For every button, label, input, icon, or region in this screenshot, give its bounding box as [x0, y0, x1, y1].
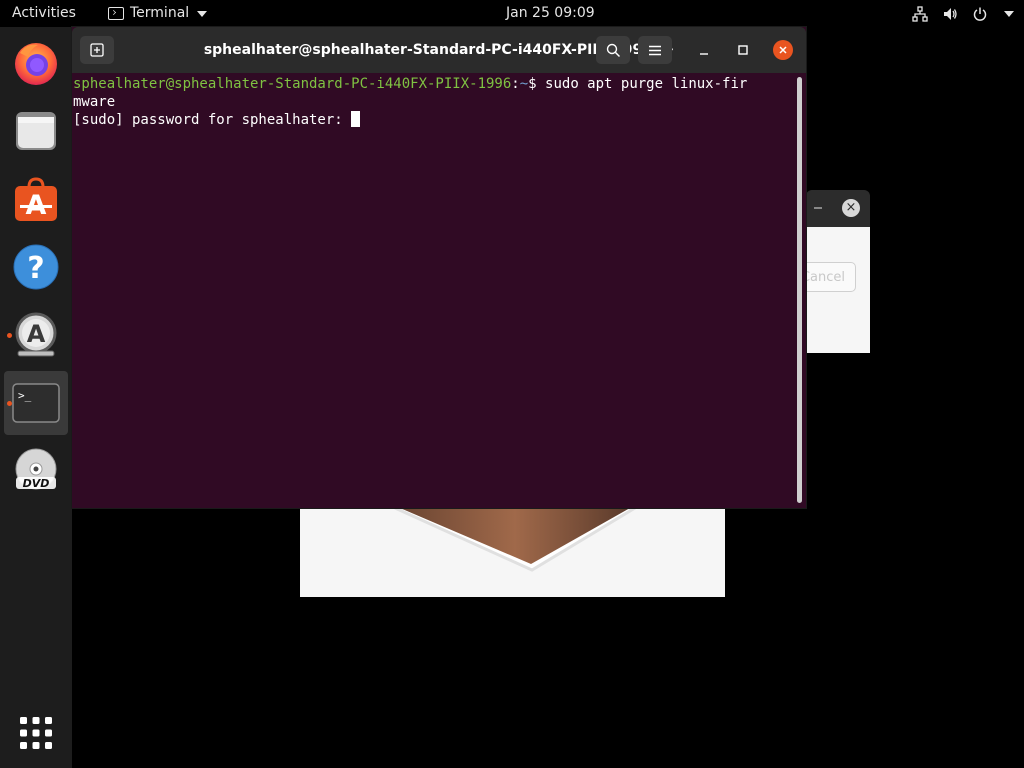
prompt-symbol: $	[528, 76, 546, 92]
updater-icon: A	[15, 312, 57, 357]
scrollbar[interactable]	[797, 77, 802, 503]
network-icon	[912, 5, 928, 22]
minimize-icon	[700, 53, 708, 55]
password-prompt: [sudo] password for sphealhater:	[73, 112, 352, 128]
dock-software-updater[interactable]: A	[4, 303, 68, 367]
command-text: sudo apt purge linux-fir	[545, 76, 748, 92]
dock-terminal[interactable]: >_	[4, 371, 68, 435]
hamburger-icon	[649, 45, 661, 55]
command-line: sphealhater@sphealhater-Standard-PC-i440…	[73, 75, 793, 93]
activities-button[interactable]: Activities	[12, 0, 76, 27]
search-button[interactable]	[596, 36, 630, 64]
dock: A ? A >_ DVD	[0, 27, 72, 768]
prompt-user: sphealhater@sphealhater-Standard-PC-i440…	[73, 76, 512, 92]
svg-text:?: ?	[27, 251, 44, 286]
maximize-icon	[738, 45, 748, 55]
app-grid-icon	[20, 717, 52, 749]
top-bar: Activities Terminal Jan 25 09:09	[0, 0, 1024, 27]
system-tray[interactable]	[912, 0, 1014, 27]
minimize-button[interactable]	[695, 41, 713, 59]
volume-icon	[944, 7, 957, 20]
menu-button[interactable]	[638, 36, 672, 64]
chevron-down-icon	[197, 10, 208, 17]
partial-photo	[394, 508, 638, 572]
chevron-down-icon	[1004, 10, 1014, 17]
prompt-separator: :	[511, 76, 520, 92]
firefox-icon	[15, 43, 57, 85]
terminal-header-bar[interactable]: sphealhater@sphealhater-Standard-PC-i440…	[72, 27, 806, 73]
running-indicator	[7, 401, 12, 406]
close-button[interactable]	[773, 40, 793, 60]
close-icon	[779, 46, 787, 54]
terminal-icon	[108, 7, 124, 20]
power-icon	[973, 7, 987, 21]
files-icon	[16, 112, 56, 150]
command-wrap-line: mware	[73, 94, 116, 110]
dock-files[interactable]	[4, 99, 68, 163]
svg-text:A: A	[27, 320, 46, 348]
dialog-body: Cancel	[794, 227, 870, 353]
svg-text:DVD: DVD	[23, 477, 50, 490]
show-applications-button[interactable]	[4, 701, 68, 765]
dialog-header: ×	[806, 190, 870, 227]
password-prompt-line: [sudo] password for sphealhater:	[73, 111, 793, 129]
background-image-window	[300, 508, 725, 597]
maximize-button[interactable]	[734, 41, 752, 59]
terminal-icon: >_	[12, 383, 60, 423]
search-icon	[606, 43, 620, 57]
dock-firefox[interactable]	[4, 31, 68, 95]
terminal-window[interactable]: sphealhater@sphealhater-Standard-PC-i440…	[72, 27, 806, 508]
close-icon[interactable]: ×	[842, 199, 860, 217]
minimize-icon[interactable]	[814, 207, 822, 209]
app-menu-label: Terminal	[130, 5, 190, 21]
text-cursor	[351, 111, 361, 127]
dock-ubuntu-software[interactable]: A	[4, 167, 68, 231]
dock-dvd[interactable]: DVD	[4, 439, 68, 503]
background-dialog[interactable]: × Cancel	[794, 190, 870, 353]
dock-help[interactable]: ?	[4, 235, 68, 299]
dvd-icon: DVD	[15, 448, 57, 490]
prompt-path: ~	[519, 76, 529, 92]
svg-text:>_: >_	[18, 389, 32, 402]
terminal-output[interactable]: sphealhater@sphealhater-Standard-PC-i440…	[73, 75, 793, 505]
clock[interactable]: Jan 25 09:09	[506, 0, 595, 27]
app-menu[interactable]: Terminal	[108, 0, 208, 27]
running-indicator	[7, 333, 12, 338]
software-store-icon: A	[15, 177, 57, 221]
help-icon: ?	[13, 244, 59, 290]
